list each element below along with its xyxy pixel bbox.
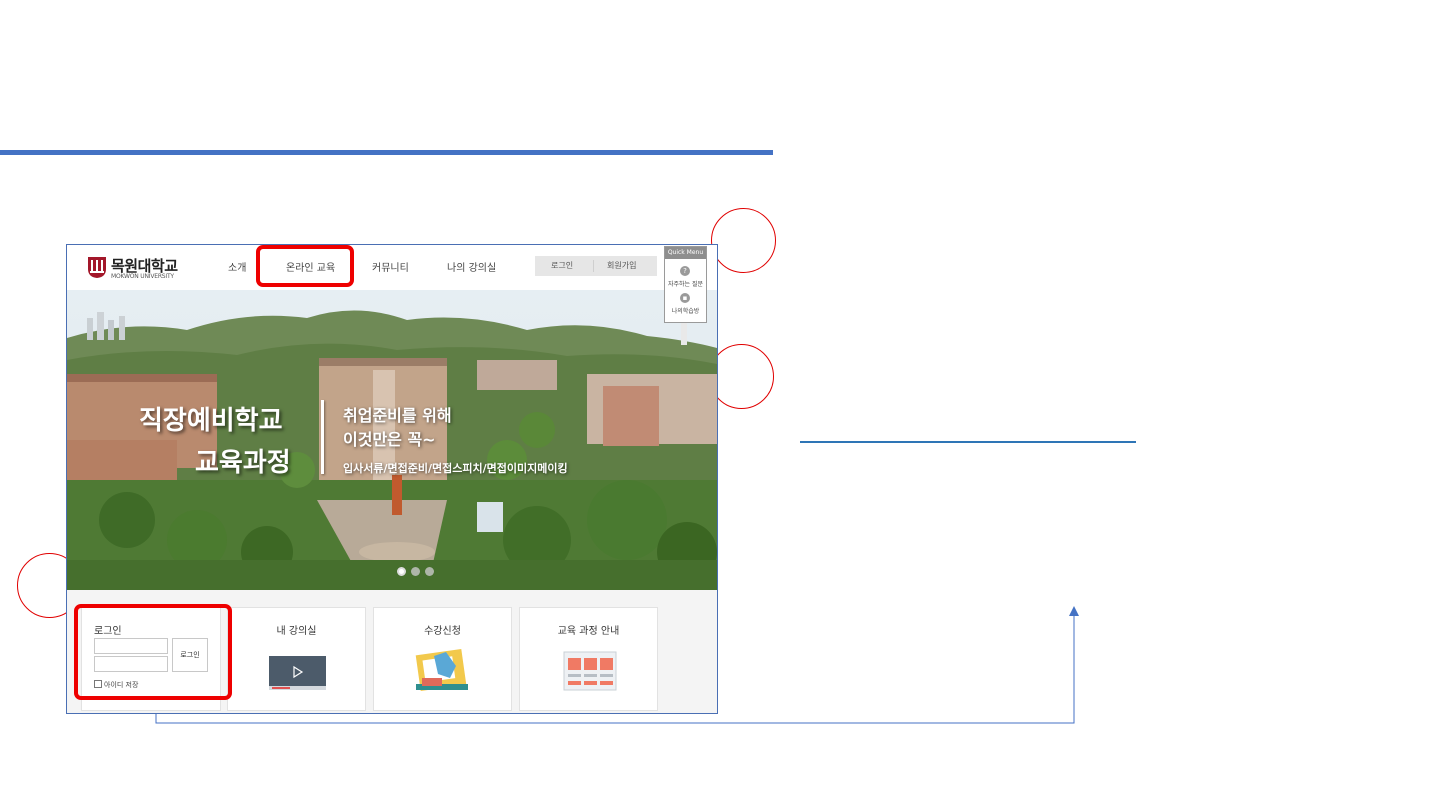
- chat-icon[interactable]: ▪: [680, 293, 690, 303]
- card-course-registration-title: 수강신청: [424, 626, 461, 637]
- slide-dot-3[interactable]: [425, 567, 434, 576]
- highlight-online-education: [256, 245, 354, 287]
- card-course-guide[interactable]: 교육 과정 안내: [519, 607, 658, 711]
- quick-menu-faq[interactable]: 자주하는 질문: [665, 279, 706, 288]
- slide-header-rule: [0, 150, 773, 155]
- hero-title-line1: 직장예비학교: [139, 406, 283, 436]
- slide-dot-2[interactable]: [411, 567, 420, 576]
- quick-menu-title: Quick Menu: [665, 247, 706, 259]
- hero-banner[interactable]: 직장예비학교 교육과정 취업준비를 위해 이것만은 꼭~ 입사서류/면접준비/면…: [67, 290, 717, 590]
- question-icon[interactable]: ?: [680, 266, 690, 276]
- hero-divider: [321, 400, 324, 474]
- quick-menu: Quick Menu ? 자주하는 질문 ▪ 나의학습방: [664, 246, 707, 323]
- logo-name-en: MOKWON UNIVERSITY: [111, 273, 174, 280]
- header-signup-button[interactable]: 회원가입: [607, 260, 636, 271]
- header-login-button[interactable]: 로그인: [551, 260, 573, 271]
- auth-divider: [593, 260, 594, 272]
- callout-circle-hero: [709, 344, 774, 409]
- hero-subtitle-line1: 취업준비를 위해: [343, 406, 452, 425]
- slide-dot-1[interactable]: [397, 567, 406, 576]
- nav-item-my-classroom[interactable]: 나의 강의실: [447, 259, 496, 274]
- card-course-registration[interactable]: 수강신청: [373, 607, 512, 711]
- side-rule: [800, 441, 1136, 443]
- hero-title-line2: 교육과정: [195, 448, 291, 478]
- course-grid-icon: [563, 651, 617, 691]
- quick-menu-stem: [681, 323, 687, 345]
- university-emblem-icon: [88, 257, 106, 278]
- highlight-login-card: [74, 604, 232, 700]
- card-course-guide-title: 교육 과정 안내: [557, 626, 620, 637]
- nav-item-intro[interactable]: 소개: [228, 259, 246, 274]
- hero-subtitle-line2: 이것만은 꼭~: [343, 430, 436, 449]
- auth-box: 로그인 회원가입: [535, 256, 657, 276]
- callout-circle-quick-menu: [711, 208, 776, 273]
- site-header: 목원대학교 MOKWON UNIVERSITY 소개 온라인 교육 커뮤니티 나…: [67, 245, 717, 290]
- nav-item-community[interactable]: 커뮤니티: [372, 259, 409, 274]
- hand-document-icon: [415, 648, 468, 692]
- university-logo[interactable]: 목원대학교 MOKWON UNIVERSITY: [87, 255, 207, 283]
- card-my-classroom-title: 내 강의실: [276, 626, 317, 637]
- card-my-classroom[interactable]: 내 강의실: [227, 607, 366, 711]
- hero-subtitle-line3: 입사서류/면접준비/면접스피치/면접이미지메이킹: [343, 462, 568, 475]
- video-player-icon: [269, 656, 326, 690]
- quick-menu-my-study[interactable]: 나의학습방: [665, 306, 706, 315]
- slide-indicators: [395, 567, 435, 577]
